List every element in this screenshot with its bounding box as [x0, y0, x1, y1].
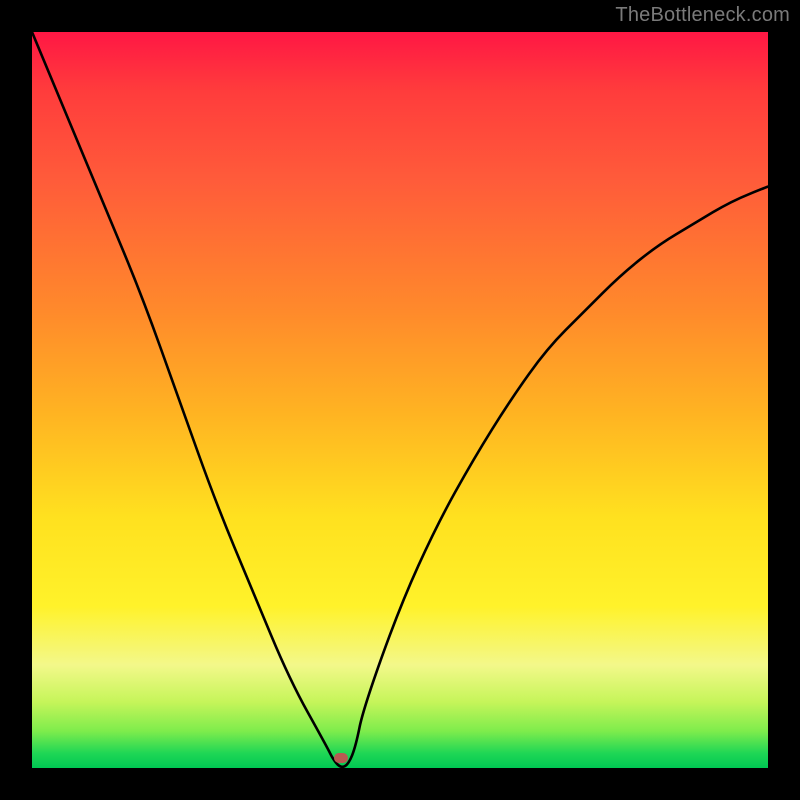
curve-path [32, 32, 768, 767]
bottleneck-curve [32, 32, 768, 768]
vertex-marker [334, 753, 348, 763]
watermark-text: TheBottleneck.com [615, 4, 790, 27]
plot-area [32, 32, 768, 768]
chart-frame: TheBottleneck.com [0, 0, 800, 800]
